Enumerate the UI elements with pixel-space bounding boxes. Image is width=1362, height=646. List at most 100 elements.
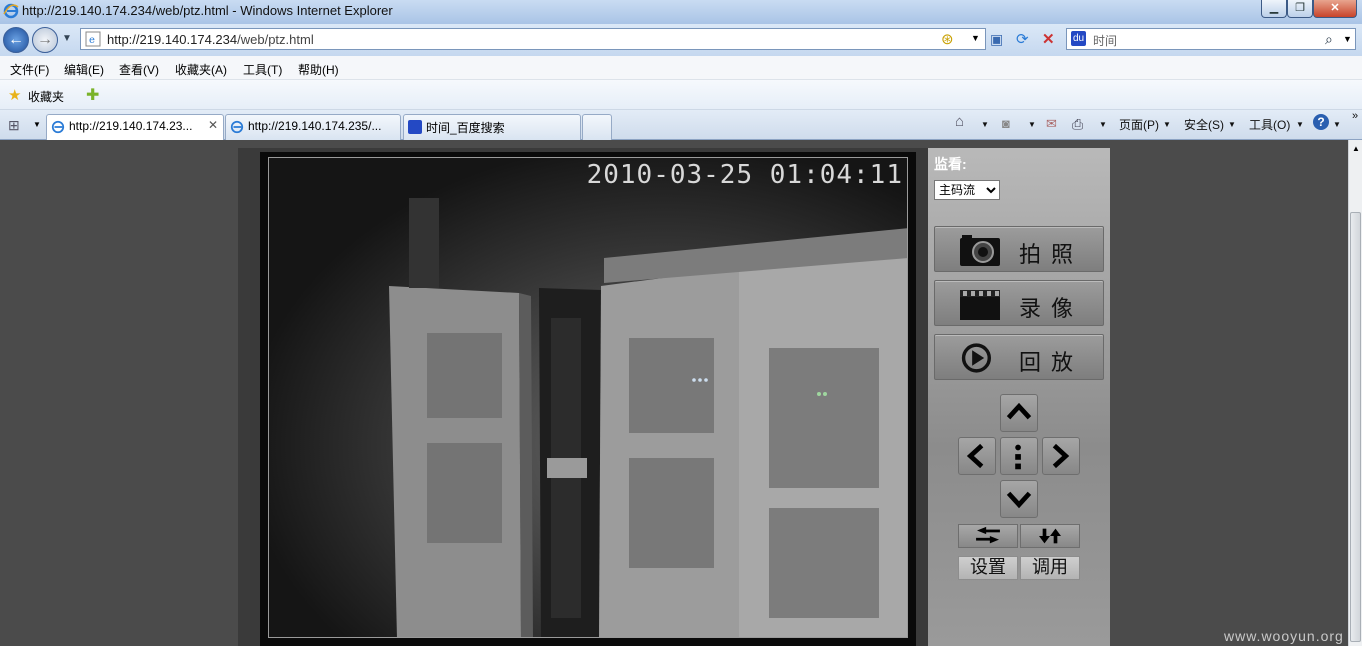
- url-host: http://219.140.174.234: [107, 32, 238, 47]
- search-dropdown-icon[interactable]: ▼: [1343, 34, 1352, 44]
- preset-set-button[interactable]: 设置: [958, 556, 1018, 580]
- arrow-down-icon: [1006, 491, 1032, 509]
- pan-up-button[interactable]: [1000, 394, 1038, 432]
- address-bar-row: ← → ▼ e http://219.140.174.234/web/ptz.h…: [0, 24, 1362, 56]
- favorites-bar: ★ 收藏夹 ✚: [0, 80, 1362, 110]
- help-dropdown-icon[interactable]: ▼: [1333, 120, 1341, 129]
- close-tab-icon[interactable]: ✕: [208, 118, 218, 132]
- camera-feed: 2010-03-25 01:04:11: [268, 157, 908, 638]
- safety-menu[interactable]: 安全(S): [1184, 116, 1224, 133]
- scroll-up-icon[interactable]: ▲: [1352, 144, 1360, 153]
- toolbar-overflow-icon[interactable]: »: [1352, 110, 1358, 122]
- record-button[interactable]: 录像: [934, 280, 1104, 326]
- page-menu[interactable]: 页面(P): [1119, 116, 1159, 133]
- quick-tabs-icon[interactable]: ⊞: [8, 117, 20, 134]
- print-icon[interactable]: ⎙: [1072, 116, 1083, 133]
- tools-dropdown-icon[interactable]: ▼: [1296, 120, 1304, 129]
- menu-bar: 文件(F) 编辑(E) 查看(V) 收藏夹(A) 工具(T) 帮助(H): [0, 56, 1362, 80]
- history-dropdown-icon[interactable]: ▼: [62, 33, 72, 44]
- pan-right-button[interactable]: [1042, 437, 1080, 475]
- arrow-right-icon: [1052, 443, 1070, 469]
- record-label: 录像: [1019, 297, 1084, 322]
- playback-label: 回放: [1019, 351, 1084, 376]
- tab-235[interactable]: http://219.140.174.235/...: [225, 114, 401, 140]
- video-viewport[interactable]: 2010-03-25 01:04:11: [260, 152, 916, 646]
- menu-file[interactable]: 文件(F): [10, 61, 49, 78]
- compat-icon[interactable]: ⊛: [941, 30, 954, 48]
- vertical-scrollbar[interactable]: ▲: [1348, 140, 1362, 646]
- back-button[interactable]: ←: [3, 27, 29, 53]
- window-title: http://219.140.174.234/web/ptz.html - Wi…: [22, 3, 393, 18]
- horizontal-scan-button[interactable]: [958, 524, 1018, 548]
- pan-left-button[interactable]: [958, 437, 996, 475]
- menu-edit[interactable]: 编辑(E): [64, 61, 104, 78]
- ie-page-icon: [230, 120, 244, 134]
- menu-favorites[interactable]: 收藏夹(A): [175, 61, 227, 78]
- help-icon[interactable]: ?: [1313, 114, 1329, 130]
- mail-icon[interactable]: ✉: [1046, 116, 1057, 132]
- stop-icon[interactable]: ✕: [1042, 30, 1055, 48]
- home-dropdown-icon[interactable]: ▼: [981, 120, 989, 129]
- tab-label: http://219.140.174.235/...: [248, 119, 382, 133]
- search-icon[interactable]: ⌕: [1325, 31, 1333, 48]
- add-favorite-icon[interactable]: ✚: [86, 85, 99, 105]
- favorites-button[interactable]: 收藏夹: [28, 88, 64, 105]
- vertical-scan-button[interactable]: [1020, 524, 1080, 548]
- snapshot-label: 拍照: [1019, 243, 1084, 268]
- baidu-logo-icon: du: [1071, 31, 1086, 46]
- page-icon: e: [85, 31, 101, 47]
- arrow-up-icon: [1006, 402, 1032, 420]
- tab-bar: ⊞ ▼ http://219.140.174.23... ✕ http://21…: [0, 110, 1362, 140]
- menu-help[interactable]: 帮助(H): [298, 61, 339, 78]
- tab-ptz[interactable]: http://219.140.174.23... ✕: [46, 114, 224, 140]
- snapshot-button[interactable]: 拍照: [934, 226, 1104, 272]
- stream-select[interactable]: 主码流: [934, 180, 1000, 200]
- pan-down-button[interactable]: [1000, 480, 1038, 518]
- swap-horizontal-icon: [976, 526, 1000, 544]
- window-titlebar: http://219.140.174.234/web/ptz.html - Wi…: [0, 0, 1362, 24]
- svg-text:e: e: [89, 35, 95, 46]
- arrow-left-icon: [966, 443, 984, 469]
- compatibility-view-icon[interactable]: ▣: [990, 31, 1003, 48]
- print-dropdown-icon[interactable]: ▼: [1099, 120, 1107, 129]
- url-path: /web/ptz.html: [237, 32, 314, 47]
- tools-menu[interactable]: 工具(O): [1249, 116, 1290, 133]
- safety-dropdown-icon[interactable]: ▼: [1228, 120, 1236, 129]
- new-tab-button[interactable]: [582, 114, 612, 140]
- baidu-page-icon: [408, 120, 422, 134]
- forward-button[interactable]: →: [32, 27, 58, 53]
- ie-page-icon: [51, 120, 65, 134]
- center-button[interactable]: [1000, 437, 1038, 475]
- favorites-star-icon: ★: [8, 87, 22, 104]
- page-dropdown-icon[interactable]: ▼: [1163, 120, 1171, 129]
- feeds-icon[interactable]: ◙: [1002, 116, 1010, 131]
- tab-list-dropdown-icon[interactable]: ▼: [33, 120, 41, 129]
- camera-icon: [960, 235, 1000, 266]
- watermark-text: www.wooyun.org: [1224, 628, 1344, 644]
- play-circle-icon: [961, 343, 991, 373]
- tab-baidu[interactable]: 时间_百度搜索: [403, 114, 581, 140]
- swap-vertical-icon: [1039, 528, 1061, 544]
- server-racks-image: [389, 198, 907, 637]
- address-field[interactable]: e http://219.140.174.234/web/ptz.html ⊛ …: [80, 28, 986, 50]
- home-icon[interactable]: ⌂: [955, 113, 964, 130]
- maximize-button[interactable]: ❐: [1287, 0, 1313, 18]
- scroll-thumb[interactable]: [1350, 212, 1361, 642]
- ie-logo-icon: [3, 3, 19, 19]
- preset-call-button[interactable]: 调用: [1020, 556, 1080, 580]
- search-value: 时间: [1093, 34, 1118, 48]
- control-sidebar: 监看: 主码流 拍照 录像 回放 设置 调用: [928, 148, 1110, 646]
- search-field[interactable]: du 时间 ⌕ ▼: [1066, 28, 1356, 50]
- tab-label: 时间_百度搜索: [426, 121, 505, 135]
- address-dropdown-icon[interactable]: ▼: [971, 33, 980, 43]
- tab-label: http://219.140.174.23...: [69, 119, 193, 133]
- clapperboard-icon: [960, 290, 1000, 320]
- menu-tools[interactable]: 工具(T): [243, 61, 282, 78]
- refresh-icon[interactable]: ⟳: [1016, 30, 1029, 48]
- close-button[interactable]: ✕: [1313, 0, 1357, 18]
- minimize-button[interactable]: ▁: [1261, 0, 1287, 18]
- menu-view[interactable]: 查看(V): [119, 61, 159, 78]
- feeds-dropdown-icon[interactable]: ▼: [1028, 120, 1036, 129]
- monitor-label: 监看:: [934, 156, 967, 172]
- playback-button[interactable]: 回放: [934, 334, 1104, 380]
